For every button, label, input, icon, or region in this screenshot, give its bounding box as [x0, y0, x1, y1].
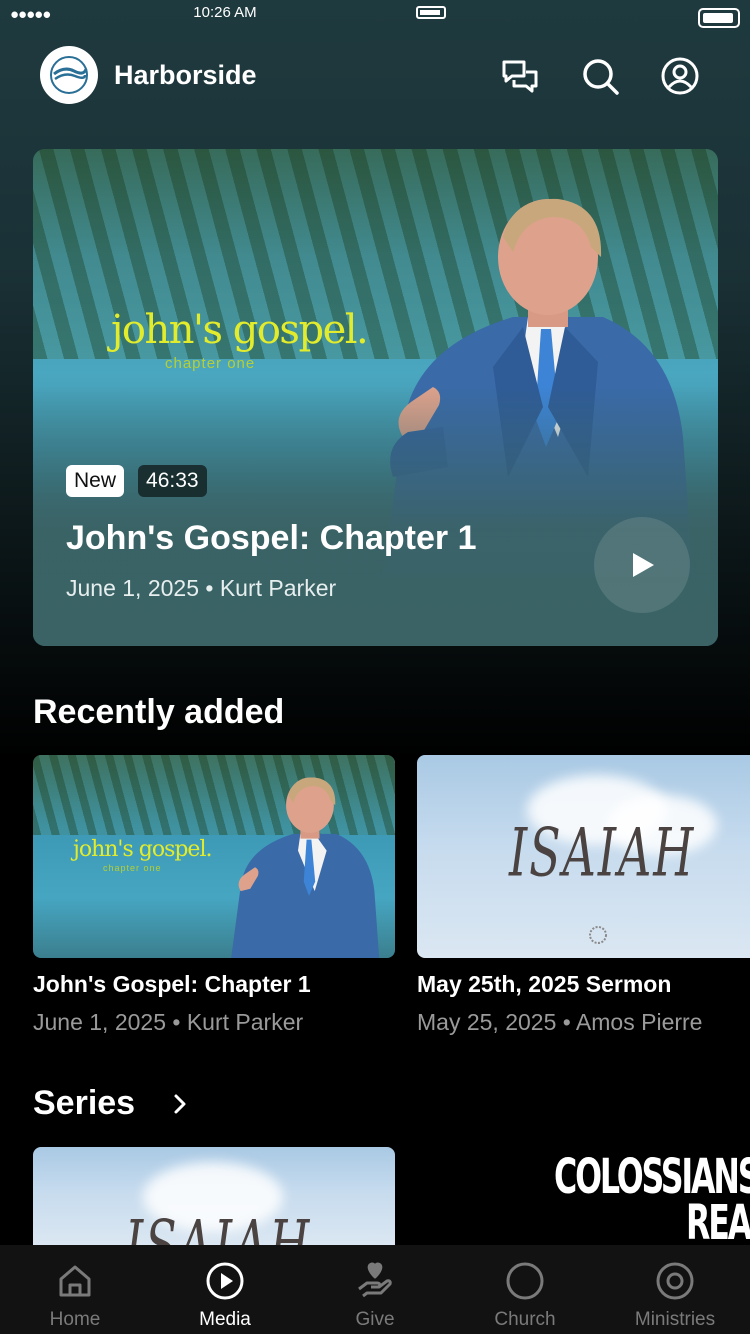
media-title: May 25th, 2025 Sermon	[417, 971, 672, 997]
media-thumbnail: ISAIAH	[417, 755, 750, 958]
play-button[interactable]	[594, 517, 690, 613]
recently-added-heading: Recently added	[33, 693, 285, 731]
artwork-title: john's gospel.	[73, 837, 212, 862]
battery-icon	[416, 6, 446, 19]
new-badge: New	[66, 465, 125, 497]
hero-meta: June 1, 2025 • Kurt Parker	[66, 575, 337, 601]
speaker-image	[231, 777, 380, 958]
waves-logo-icon	[50, 56, 88, 94]
artwork-subtitle: REA	[686, 1195, 750, 1247]
tab-label: Church	[494, 1309, 556, 1330]
tab-label: Give	[355, 1309, 395, 1330]
tab-label: Ministries	[634, 1309, 716, 1330]
ministries-target-icon	[656, 1262, 694, 1300]
battery-icon	[698, 8, 740, 28]
artwork-title: ISAIAH	[509, 813, 696, 892]
account-icon[interactable]	[660, 56, 700, 96]
featured-sermon-card[interactable]: john's gospel. chapter one New 46:33 Joh…	[33, 149, 718, 646]
church-circle-icon	[506, 1262, 544, 1300]
seal-icon	[589, 926, 607, 944]
media-thumbnail: john's gospel. chapter one	[33, 755, 395, 958]
media-title: John's Gospel: Chapter 1	[33, 971, 311, 997]
media-meta: June 1, 2025 • Kurt Parker	[33, 1009, 304, 1035]
series-card[interactable]: ISAIAH	[33, 1147, 395, 1245]
media-card[interactable]: ISAIAH May 25th, 2025 Sermon May 25, 202…	[417, 755, 750, 1045]
artwork-title: ISAIAH	[125, 1205, 312, 1245]
hero-gradient-overlay	[33, 386, 718, 646]
media-card[interactable]: john's gospel. chapter one John's Gospel…	[33, 755, 395, 1045]
give-hand-heart-icon	[358, 1262, 392, 1298]
app-header: Harborside	[40, 46, 710, 106]
status-time: 10:26 AM	[193, 4, 257, 21]
media-meta: May 25, 2025 • Amos Pierre	[417, 1009, 703, 1035]
series-card[interactable]: COLOSSIANS REA	[416, 1147, 750, 1247]
home-icon	[59, 1265, 91, 1297]
play-icon	[633, 553, 654, 577]
status-bar: ●●●●● 10:26 AM	[0, 0, 750, 40]
duration-badge: 46:33	[138, 465, 207, 497]
hero-title: John's Gospel: Chapter 1	[66, 519, 477, 557]
search-icon[interactable]	[580, 56, 620, 96]
artwork-subtitle: chapter one	[103, 863, 162, 873]
tab-home[interactable]: Home	[0, 1245, 150, 1334]
tab-church[interactable]: Church	[450, 1245, 600, 1334]
series-heading[interactable]: Series	[33, 1084, 135, 1123]
tab-give[interactable]: Give	[300, 1245, 450, 1334]
tab-media[interactable]: Media	[150, 1245, 300, 1334]
church-logo[interactable]	[40, 46, 98, 104]
bottom-tab-bar: Home Media Give Church Ministries	[0, 1245, 750, 1334]
artwork-title: john's gospel.	[111, 307, 369, 353]
tab-label: Home	[49, 1309, 101, 1330]
chevron-right-icon[interactable]	[170, 1092, 190, 1116]
hero-badges: New 46:33	[66, 465, 207, 497]
tab-label: Media	[199, 1309, 251, 1330]
play-circle-icon	[206, 1262, 244, 1300]
chat-bubbles-icon[interactable]	[500, 56, 540, 96]
tab-ministries[interactable]: Ministries	[600, 1245, 750, 1334]
artwork-subtitle: chapter one	[165, 355, 256, 372]
app-title: Harborside	[114, 60, 257, 90]
